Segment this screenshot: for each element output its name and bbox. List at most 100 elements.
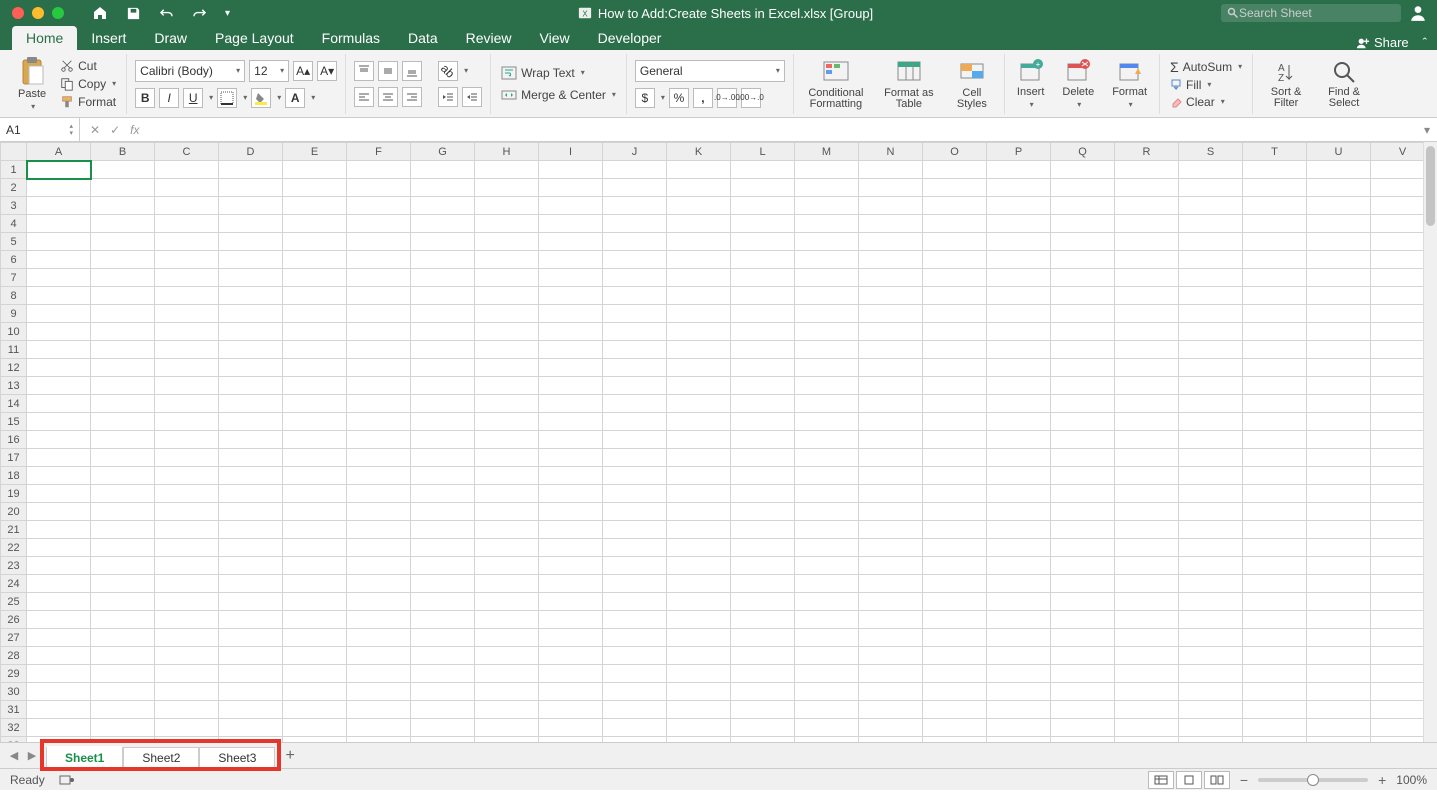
cell[interactable] <box>987 413 1051 431</box>
zoom-slider[interactable] <box>1258 778 1368 782</box>
share-button[interactable]: Share <box>1356 35 1409 50</box>
cell[interactable] <box>1179 593 1243 611</box>
cell[interactable] <box>91 539 155 557</box>
cell[interactable] <box>155 251 219 269</box>
cell[interactable] <box>347 323 411 341</box>
cell[interactable] <box>283 701 347 719</box>
cell[interactable] <box>795 467 859 485</box>
cell[interactable] <box>91 557 155 575</box>
cell[interactable] <box>1179 197 1243 215</box>
cell[interactable] <box>1307 449 1371 467</box>
cell[interactable] <box>987 359 1051 377</box>
cell[interactable] <box>731 305 795 323</box>
cell[interactable] <box>923 467 987 485</box>
cell[interactable] <box>1307 629 1371 647</box>
row-header[interactable]: 1 <box>1 161 27 179</box>
column-header[interactable]: S <box>1179 143 1243 161</box>
cell[interactable] <box>731 683 795 701</box>
comma-button[interactable]: , <box>693 88 713 108</box>
confirm-formula-icon[interactable]: ✓ <box>110 123 120 137</box>
decrease-decimal-button[interactable]: .00→.0 <box>741 88 761 108</box>
cell[interactable] <box>283 611 347 629</box>
cell[interactable] <box>859 701 923 719</box>
cell[interactable] <box>1243 719 1307 737</box>
cell[interactable] <box>475 629 539 647</box>
cell[interactable] <box>411 323 475 341</box>
cell[interactable] <box>539 719 603 737</box>
cell[interactable] <box>987 647 1051 665</box>
cell[interactable] <box>91 287 155 305</box>
cell[interactable] <box>923 161 987 179</box>
cell[interactable] <box>347 341 411 359</box>
cell[interactable] <box>1115 305 1179 323</box>
cell[interactable] <box>987 341 1051 359</box>
cell[interactable] <box>475 449 539 467</box>
cell[interactable] <box>1307 665 1371 683</box>
cell[interactable] <box>155 431 219 449</box>
close-window-button[interactable] <box>12 7 24 19</box>
cell[interactable] <box>1051 449 1115 467</box>
cell[interactable] <box>155 287 219 305</box>
cell[interactable] <box>283 521 347 539</box>
cell[interactable] <box>1243 377 1307 395</box>
cell[interactable] <box>155 575 219 593</box>
cell[interactable] <box>539 323 603 341</box>
cell[interactable] <box>475 197 539 215</box>
cell[interactable] <box>347 503 411 521</box>
cell[interactable] <box>1307 593 1371 611</box>
cell[interactable] <box>347 359 411 377</box>
cell[interactable] <box>91 269 155 287</box>
cell[interactable] <box>539 305 603 323</box>
cell[interactable] <box>603 287 667 305</box>
cell[interactable] <box>603 467 667 485</box>
cell[interactable] <box>219 269 283 287</box>
cell[interactable] <box>1307 719 1371 737</box>
cell[interactable] <box>731 215 795 233</box>
cell[interactable] <box>859 377 923 395</box>
cell[interactable] <box>731 665 795 683</box>
cell[interactable] <box>731 629 795 647</box>
cell[interactable] <box>219 395 283 413</box>
cell[interactable] <box>27 251 91 269</box>
cell[interactable] <box>859 485 923 503</box>
insert-cells-button[interactable]: +Insert <box>1013 56 1049 111</box>
row-header[interactable]: 8 <box>1 287 27 305</box>
cell[interactable] <box>987 251 1051 269</box>
cell[interactable] <box>347 269 411 287</box>
cell[interactable] <box>411 251 475 269</box>
row-header[interactable]: 6 <box>1 251 27 269</box>
cell[interactable] <box>1051 251 1115 269</box>
column-header[interactable]: F <box>347 143 411 161</box>
cell[interactable] <box>795 323 859 341</box>
decrease-indent-button[interactable] <box>438 87 458 107</box>
column-header[interactable]: K <box>667 143 731 161</box>
cell[interactable] <box>667 467 731 485</box>
cell[interactable] <box>1179 287 1243 305</box>
row-header[interactable]: 31 <box>1 701 27 719</box>
cell[interactable] <box>795 485 859 503</box>
cell[interactable] <box>795 377 859 395</box>
cell[interactable] <box>1051 719 1115 737</box>
cell[interactable] <box>603 323 667 341</box>
cell[interactable] <box>283 215 347 233</box>
cell[interactable] <box>475 341 539 359</box>
cell[interactable] <box>411 359 475 377</box>
cell[interactable] <box>667 359 731 377</box>
cell[interactable] <box>1051 503 1115 521</box>
cell[interactable] <box>27 629 91 647</box>
cell[interactable] <box>923 377 987 395</box>
cell[interactable] <box>283 683 347 701</box>
cell[interactable] <box>347 161 411 179</box>
cell[interactable] <box>411 269 475 287</box>
cell[interactable] <box>475 233 539 251</box>
cell[interactable] <box>923 611 987 629</box>
cell[interactable] <box>475 593 539 611</box>
cell[interactable] <box>603 179 667 197</box>
cell[interactable] <box>1051 197 1115 215</box>
cell[interactable] <box>1179 413 1243 431</box>
cell[interactable] <box>1179 503 1243 521</box>
cell[interactable] <box>1051 341 1115 359</box>
cell[interactable] <box>91 413 155 431</box>
cell[interactable] <box>1243 269 1307 287</box>
cell[interactable] <box>27 737 91 743</box>
